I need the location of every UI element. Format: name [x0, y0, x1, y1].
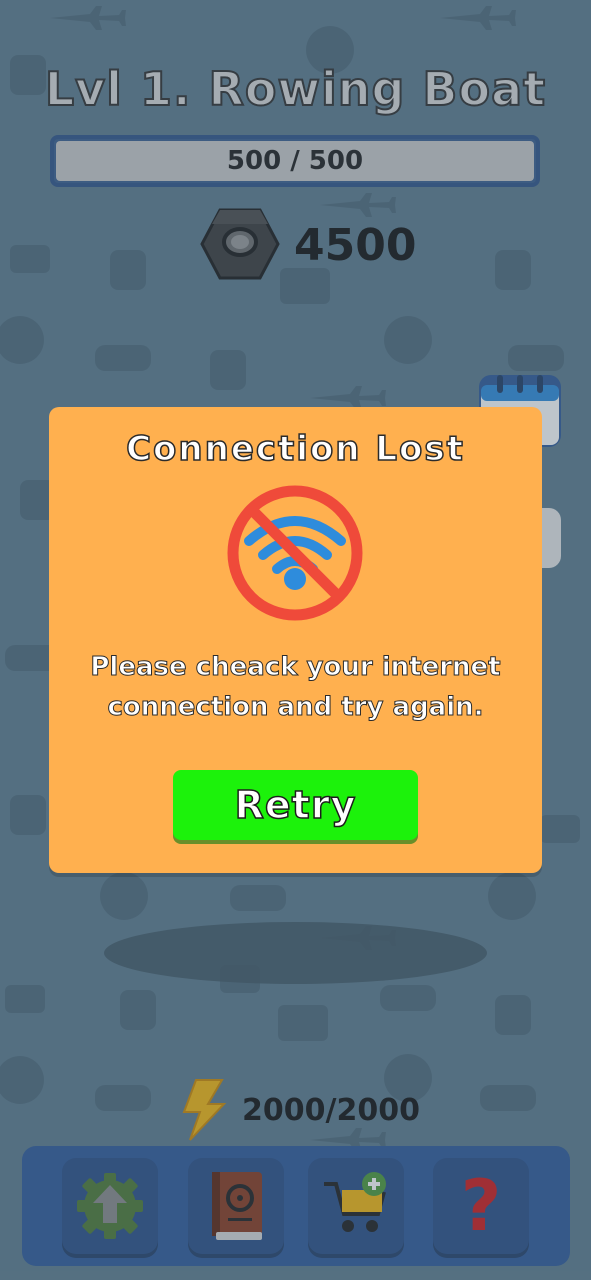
connection-lost-dialog: Connection Lost Please cheack your inter… — [49, 407, 542, 873]
dialog-message-line2: connection and try again. — [107, 692, 484, 723]
dialog-message-line1: Please cheack your internet — [90, 652, 501, 683]
dialog-message: Please cheack your internet connection a… — [69, 647, 522, 727]
game-screen: Lvl 1. Rowing Boat 500 / 500 4500 2000/2… — [0, 0, 591, 1280]
dialog-title: Connection Lost — [125, 428, 465, 470]
no-wifi-icon — [227, 485, 363, 621]
retry-button[interactable]: Retry — [173, 770, 418, 840]
